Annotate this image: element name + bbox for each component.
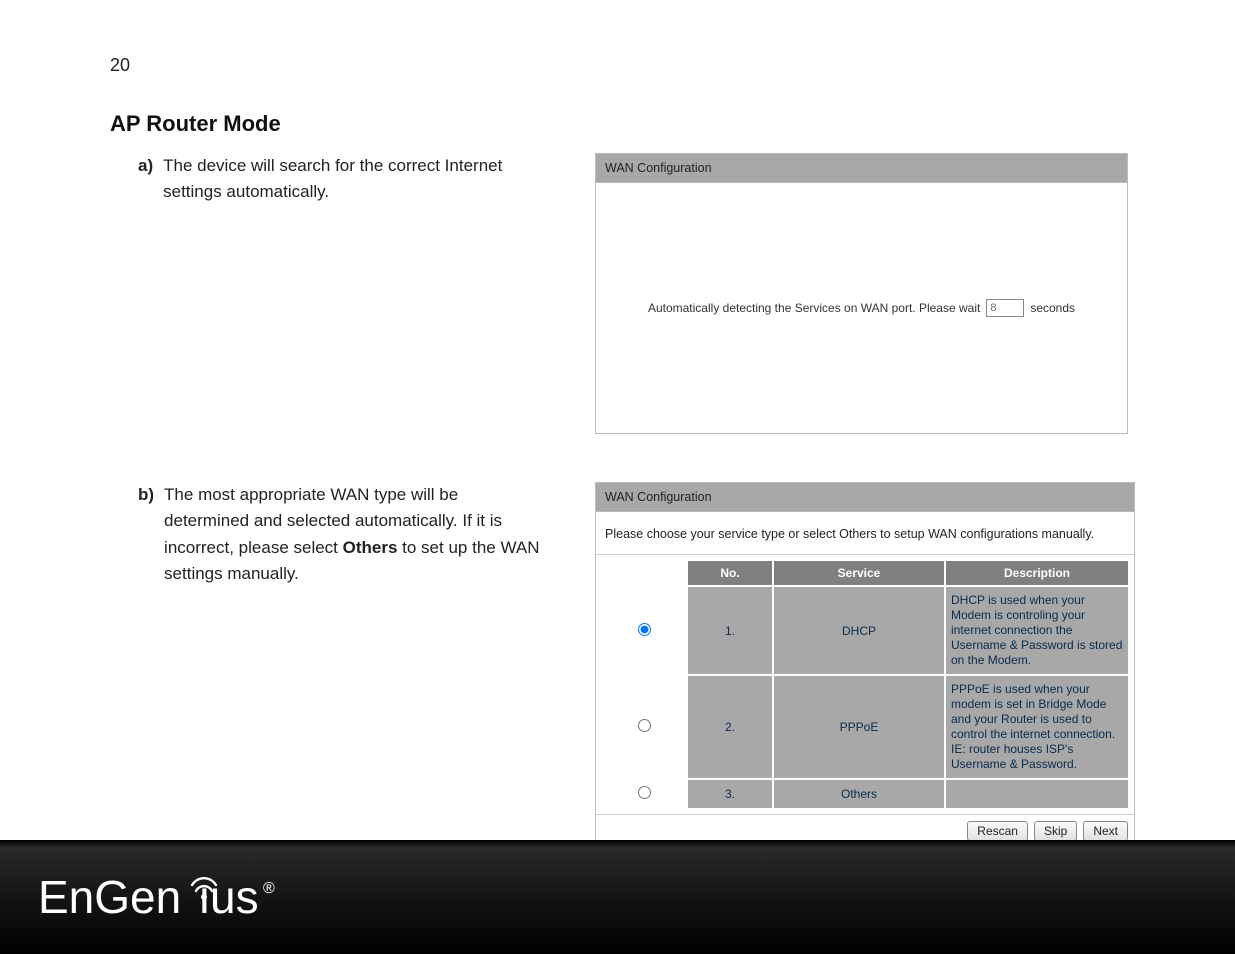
panel-a-msg-post: seconds — [1030, 301, 1075, 315]
item-b-marker: b) — [138, 482, 154, 587]
cell-no-3: 3. — [688, 780, 772, 808]
th-no: No. — [688, 561, 772, 585]
wan-config-panel-b: WAN Configuration Please choose your ser… — [595, 482, 1135, 848]
svg-text:EnGen: EnGen — [38, 871, 181, 923]
radio-pppoe[interactable] — [638, 719, 651, 732]
section-a: a) The device will search for the correc… — [110, 153, 1135, 434]
panel-a-title: WAN Configuration — [596, 154, 1127, 183]
cell-desc-1: DHCP is used when your Modem is controli… — [946, 587, 1128, 674]
svg-text:ı: ı — [198, 871, 211, 923]
footer-bar: EnGen ı us ® — [0, 840, 1235, 954]
panel-b-title: WAN Configuration — [596, 483, 1134, 512]
cell-no-2: 2. — [688, 676, 772, 778]
rescan-button[interactable]: Rescan — [967, 821, 1028, 841]
skip-button[interactable]: Skip — [1034, 821, 1077, 841]
th-description: Description — [946, 561, 1128, 585]
wan-config-panel-a: WAN Configuration Automatically detectin… — [595, 153, 1128, 434]
panel-a-msg-pre: Automatically detecting the Services on … — [648, 301, 980, 315]
cell-svc-3: Others — [774, 780, 944, 808]
radio-others[interactable] — [638, 786, 651, 799]
engenius-logo: EnGen ı us ® — [38, 865, 288, 929]
next-button[interactable]: Next — [1083, 821, 1128, 841]
page-number: 20 — [110, 55, 1135, 76]
table-row: 3. Others — [602, 780, 1128, 808]
cell-no-1: 1. — [688, 587, 772, 674]
table-row: 2. PPPoE PPPoE is used when your modem i… — [602, 676, 1128, 778]
svg-text:us: us — [210, 871, 259, 923]
engenius-logo-svg: EnGen ı us ® — [38, 865, 288, 929]
svg-text:®: ® — [263, 880, 275, 897]
th-service: Service — [774, 561, 944, 585]
section-b: b) The most appropriate WAN type will be… — [110, 482, 1135, 848]
item-a-text: The device will search for the correct I… — [163, 153, 540, 206]
item-b-bold: Others — [343, 538, 398, 557]
wait-seconds-input[interactable] — [986, 299, 1024, 317]
cell-desc-3 — [946, 780, 1128, 808]
item-a-marker: a) — [138, 153, 153, 206]
item-b-text: The most appropriate WAN type will be de… — [164, 482, 540, 587]
cell-svc-1: DHCP — [774, 587, 944, 674]
heading-ap-router-mode: AP Router Mode — [110, 111, 1135, 137]
radio-dhcp[interactable] — [638, 623, 651, 636]
cell-svc-2: PPPoE — [774, 676, 944, 778]
cell-desc-2: PPPoE is used when your modem is set in … — [946, 676, 1128, 778]
table-row: 1. DHCP DHCP is used when your Modem is … — [602, 587, 1128, 674]
service-table: No. Service Description 1. DHCP DHCP is … — [600, 559, 1130, 810]
panel-b-instruction: Please choose your service type or selec… — [596, 512, 1134, 555]
